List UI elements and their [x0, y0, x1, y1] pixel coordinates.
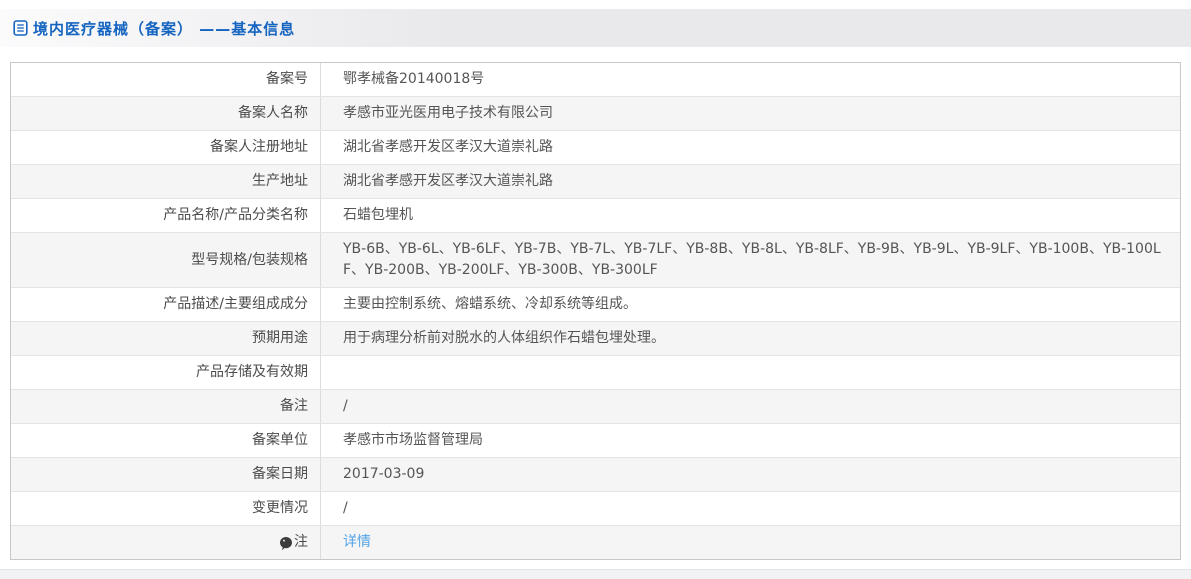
row-value-cell: /	[321, 492, 1180, 525]
table-row: 产品存储及有效期	[11, 356, 1180, 390]
row-label-cell: 注	[11, 526, 321, 559]
row-value-cell: 用于病理分析前对脱水的人体组织作石蜡包埋处理。	[321, 322, 1180, 355]
row-label-cell: 备案号	[11, 63, 321, 96]
row-label: 产品存储及有效期	[196, 364, 308, 380]
table-row: 产品描述/主要组成成分 主要由控制系统、熔蜡系统、冷却系统等组成。	[11, 288, 1180, 322]
row-label: 备案单位	[252, 432, 308, 448]
table-row: 生产地址 湖北省孝感开发区孝汉大道崇礼路	[11, 165, 1180, 199]
info-table: 备案号 鄂孝械备20140018号 备案人名称 孝感市亚光医用电子技术有限公司	[10, 62, 1181, 560]
row-label-cell: 产品名称/产品分类名称	[11, 199, 321, 232]
page: 境内医疗器械（备案） ——基本信息 备案号 鄂孝械备20140018号 备案人名…	[0, 0, 1191, 579]
row-value: 鄂孝械备20140018号	[343, 71, 485, 87]
table-row: 备案日期 2017-03-09	[11, 458, 1180, 492]
row-label-cell: 型号规格/包装规格	[11, 233, 321, 287]
page-title: 境内医疗器械（备案） ——基本信息	[33, 19, 296, 38]
row-value-cell: 孝感市亚光医用电子技术有限公司	[321, 97, 1180, 130]
row-value: YB-6B、YB-6L、YB-6LF、YB-7B、YB-7L、YB-7LF、YB…	[343, 241, 1161, 278]
row-label-cell: 备注	[11, 390, 321, 423]
table-row: 注 详情	[11, 526, 1180, 559]
row-label-cell: 备案人名称	[11, 97, 321, 130]
row-value-cell: 石蜡包埋机	[321, 199, 1180, 232]
table-row: 备注 /	[11, 390, 1180, 424]
row-value: 2017-03-09	[343, 466, 425, 482]
row-value: /	[343, 500, 348, 516]
note-balloon-icon	[280, 536, 292, 551]
row-label: 备案日期	[252, 466, 308, 482]
row-value-cell: /	[321, 390, 1180, 423]
row-value: /	[343, 398, 348, 414]
row-label: 预期用途	[252, 330, 308, 346]
table-row: 预期用途 用于病理分析前对脱水的人体组织作石蜡包埋处理。	[11, 322, 1180, 356]
row-value: 孝感市亚光医用电子技术有限公司	[343, 105, 553, 121]
row-value-cell: 主要由控制系统、熔蜡系统、冷却系统等组成。	[321, 288, 1180, 321]
row-label: 备案号	[266, 71, 308, 87]
footer-strip	[0, 569, 1191, 579]
row-label-cell: 生产地址	[11, 165, 321, 198]
row-label: 变更情况	[252, 500, 308, 516]
page-header: 境内医疗器械（备案） ——基本信息	[0, 9, 1191, 47]
row-label-cell: 备案人注册地址	[11, 131, 321, 164]
table-row: 备案号 鄂孝械备20140018号	[11, 63, 1180, 97]
row-value: 石蜡包埋机	[343, 207, 413, 223]
row-value-cell: 详情	[321, 526, 1180, 559]
row-value: 用于病理分析前对脱水的人体组织作石蜡包埋处理。	[343, 330, 665, 346]
row-label-cell: 产品存储及有效期	[11, 356, 321, 389]
row-label-cell: 预期用途	[11, 322, 321, 355]
row-label: 生产地址	[252, 173, 308, 189]
row-label: 产品描述/主要组成成分	[163, 296, 308, 312]
row-label: 备案人注册地址	[210, 139, 308, 155]
row-label: 产品名称/产品分类名称	[163, 207, 308, 223]
row-value-cell: 孝感市市场监督管理局	[321, 424, 1180, 457]
row-label: 备注	[280, 398, 308, 414]
document-icon	[13, 20, 28, 36]
row-label: 备案人名称	[238, 105, 308, 121]
row-value: 主要由控制系统、熔蜡系统、冷却系统等组成。	[343, 296, 637, 312]
details-link[interactable]: 详情	[343, 532, 371, 553]
row-value-cell: 鄂孝械备20140018号	[321, 63, 1180, 96]
row-value-cell: YB-6B、YB-6L、YB-6LF、YB-7B、YB-7L、YB-7LF、YB…	[321, 233, 1180, 287]
row-label-cell: 备案单位	[11, 424, 321, 457]
row-label: 注	[294, 534, 308, 550]
row-value: 湖北省孝感开发区孝汉大道崇礼路	[343, 173, 553, 189]
table-row: 型号规格/包装规格 YB-6B、YB-6L、YB-6LF、YB-7B、YB-7L…	[11, 233, 1180, 288]
row-value: 孝感市市场监督管理局	[343, 432, 483, 448]
table-row: 备案人注册地址 湖北省孝感开发区孝汉大道崇礼路	[11, 131, 1180, 165]
row-value-cell: 2017-03-09	[321, 458, 1180, 491]
table-row: 变更情况 /	[11, 492, 1180, 526]
row-value: 湖北省孝感开发区孝汉大道崇礼路	[343, 139, 553, 155]
row-label-cell: 变更情况	[11, 492, 321, 525]
table-row: 备案单位 孝感市市场监督管理局	[11, 424, 1180, 458]
row-label: 型号规格/包装规格	[191, 251, 308, 268]
table-row: 产品名称/产品分类名称 石蜡包埋机	[11, 199, 1180, 233]
row-value-cell: 湖北省孝感开发区孝汉大道崇礼路	[321, 165, 1180, 198]
table-row: 备案人名称 孝感市亚光医用电子技术有限公司	[11, 97, 1180, 131]
row-value-cell: 湖北省孝感开发区孝汉大道崇礼路	[321, 131, 1180, 164]
row-label-cell: 产品描述/主要组成成分	[11, 288, 321, 321]
row-label-cell: 备案日期	[11, 458, 321, 491]
row-value-cell	[321, 356, 1180, 389]
